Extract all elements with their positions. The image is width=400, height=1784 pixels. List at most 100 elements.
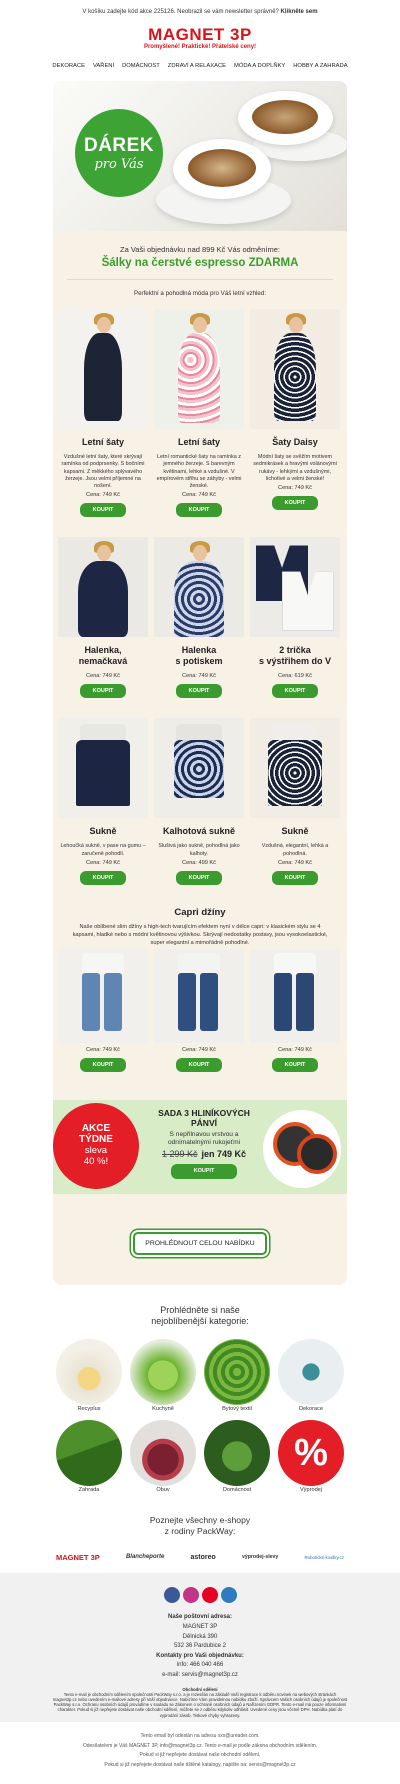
product-image[interactable] xyxy=(58,718,148,819)
product-card: Kalhotová sukně Slušivá jako sukně, poho… xyxy=(154,718,244,886)
product-image[interactable] xyxy=(58,537,148,638)
product-name[interactable]: Sukně xyxy=(250,826,340,837)
product-image[interactable] xyxy=(154,718,244,819)
espresso-cup-image xyxy=(238,91,333,145)
shop-logo-blancheporte[interactable]: Blancheporte xyxy=(126,1554,164,1560)
buy-button[interactable]: KOUPIT xyxy=(80,871,126,886)
product-name[interactable]: Kalhotová sukně xyxy=(154,826,244,837)
product-card: Cena: 749 Kč KOUPIT xyxy=(250,949,340,1073)
contact-email[interactable]: e-mail: servis@magnet3p.cz xyxy=(162,1672,238,1678)
product-image[interactable] xyxy=(58,309,148,429)
buy-button[interactable]: KOUPIT xyxy=(176,684,222,699)
product-image[interactable] xyxy=(250,537,340,638)
buy-button[interactable]: KOUPIT xyxy=(272,1058,318,1073)
product-image[interactable] xyxy=(154,309,244,429)
category-label: Dekorace xyxy=(299,1406,323,1413)
category-grid: Recyplus Kuchyně Bytový textil Dekorace … xyxy=(0,1339,400,1493)
product-name[interactable]: Sukně xyxy=(58,826,148,837)
buy-button[interactable]: KOUPIT xyxy=(80,1058,126,1073)
buy-button[interactable]: KOUPIT xyxy=(80,684,126,699)
product-price: Cena: 499 Kč xyxy=(182,860,216,867)
product-image[interactable] xyxy=(154,537,244,638)
logo[interactable]: MAGNET 3P Promyšlené! Praktické! Přátels… xyxy=(0,26,400,56)
product-name[interactable]: Halenka s potiskem xyxy=(154,645,244,667)
buy-button[interactable]: KOUPIT xyxy=(272,496,318,511)
category-image xyxy=(130,1339,196,1406)
product-image[interactable] xyxy=(250,949,340,1044)
capri-title: Capri džíny xyxy=(174,907,226,919)
category-kuchyne[interactable]: Kuchyně xyxy=(130,1339,196,1412)
espresso-cup-image xyxy=(173,139,271,199)
footer-address: Naše poštovní adresa: MAGNET 3P Dělnická… xyxy=(0,1613,400,1680)
product-name[interactable]: Letní šaty xyxy=(58,437,148,448)
pinterest-icon[interactable] xyxy=(201,1587,218,1604)
buy-button[interactable]: KOUPIT xyxy=(176,871,222,886)
buy-button[interactable]: KOUPIT xyxy=(176,1058,222,1073)
category-dekorace[interactable]: Dekorace xyxy=(278,1339,344,1412)
contact-phone: info: 466 040 466 xyxy=(176,1662,224,1669)
fashion-intro: Perfektní a pohodlná móda pro Váš letní … xyxy=(133,290,267,297)
all-offers-wrap: PROHLÉDNOUT CELOU NABÍDKU xyxy=(53,1194,347,1285)
nav-item-vareni[interactable]: VAŘENÍ xyxy=(93,63,114,69)
weekly-deal-banner[interactable]: AKCE TÝDNE sleva 40 %! SADA 3 HLINÍKOVÝC… xyxy=(53,1100,347,1195)
categories-title: Prohlédněte si naše nejoblíbenější kateg… xyxy=(0,1305,400,1327)
product-name[interactable]: Halenka, nemačkavá xyxy=(58,645,148,667)
product-image[interactable] xyxy=(250,309,340,429)
category-image xyxy=(278,1339,344,1406)
product-name[interactable]: Letní šaty xyxy=(154,437,244,448)
category-bytovy-textil[interactable]: Bytový textil xyxy=(204,1339,270,1412)
product-description: Módní šaty se svěžím motivem sedmikrásek… xyxy=(253,454,337,482)
nav-item-zdravi[interactable]: ZDRAVÍ A RELAXACE xyxy=(168,63,226,69)
address-line2: Dělnická 390 xyxy=(182,1633,218,1640)
buy-button[interactable]: KOUPIT xyxy=(272,871,318,886)
category-obuv[interactable]: Obuv xyxy=(130,1420,196,1493)
product-image[interactable] xyxy=(250,718,340,819)
product-name[interactable]: 2 trička s výstřihem do V xyxy=(250,645,340,667)
sale-badge-line3: sleva xyxy=(84,1145,108,1157)
shop-logo-vyprodej-slevy[interactable]: výprodej-slevy xyxy=(242,1554,278,1560)
legal-text: Tento e-mail je obchodním sdělením spole… xyxy=(52,1691,348,1718)
instagram-icon[interactable] xyxy=(182,1587,199,1604)
bottom-line4: Pokud si již nepřejete dostávat naše tiš… xyxy=(104,1762,296,1769)
product-name[interactable]: Šaty Daisy xyxy=(250,437,340,448)
category-label: Domácnost xyxy=(222,1487,252,1494)
category-recyplus[interactable]: Recyplus xyxy=(56,1339,122,1412)
shop-logo-astoreo[interactable]: astoreo xyxy=(190,1554,215,1561)
nav-item-dekorace[interactable]: DEKORACE xyxy=(52,63,85,69)
shop-logo-magnet3p[interactable]: MAGNET 3P xyxy=(56,1553,100,1562)
category-zahrada[interactable]: Zahrada xyxy=(56,1420,122,1493)
category-image xyxy=(130,1420,196,1487)
product-price: Cena: 749 Kč xyxy=(86,673,120,680)
buy-button[interactable]: KOUPIT xyxy=(272,684,318,699)
buy-button[interactable]: KOUPIT xyxy=(80,503,126,518)
view-online-link[interactable]: Klikněte sem xyxy=(281,9,318,15)
gift-badge: DÁREK pro Vás xyxy=(75,109,163,197)
product-price: Cena: 749 Kč xyxy=(278,860,312,867)
shop-logo-roboticke-kosilky[interactable]: Robotické-kosilky.cz xyxy=(305,1555,344,1560)
product-image[interactable] xyxy=(154,949,244,1044)
deal-buy-button[interactable]: KOUPIT xyxy=(171,1164,237,1180)
all-offers-button[interactable]: PROHLÉDNOUT CELOU NABÍDKU xyxy=(133,1232,267,1256)
sale-star-badge: AKCE TÝDNE sleva 40 %! xyxy=(58,1108,134,1185)
top-notice: V košíku zadejte kód akce 225126. Neobra… xyxy=(0,0,400,26)
buy-button[interactable]: KOUPIT xyxy=(176,503,222,518)
old-price: 1 299 Kč xyxy=(161,1149,198,1160)
category-vyprodej[interactable]: % Výprodej xyxy=(278,1420,344,1493)
hero-banner[interactable]: DÁREK pro Vás xyxy=(53,81,347,231)
category-domacnost[interactable]: Domácnost xyxy=(204,1420,270,1493)
deal-text: SADA 3 HLINÍKOVÝCH PÁNVÍ S nepřilnavou v… xyxy=(149,1108,259,1180)
product-card: Sukně Lehoučká sukně, v pase na gumu – z… xyxy=(58,718,148,886)
nav-item-hobby[interactable]: HOBBY A ZAHRADA xyxy=(293,63,347,69)
product-price: Cena: 749 Kč xyxy=(182,673,216,680)
facebook-icon[interactable] xyxy=(163,1587,180,1604)
bottom-line3[interactable]: Pokud si již nepřejete dostávat naše obc… xyxy=(0,1751,400,1761)
nav-item-domacnost[interactable]: DOMÁCNOST xyxy=(122,63,160,69)
sale-badge-line2: TÝDNE xyxy=(79,1134,113,1146)
product-description: Slušivá jako sukně, pohodlná jako kalhot… xyxy=(158,843,240,857)
nav-item-moda[interactable]: MÓDA A DOPLŇKY xyxy=(234,63,285,69)
product-image[interactable] xyxy=(58,949,148,1044)
blog-icon[interactable] xyxy=(220,1587,237,1604)
product-row: Sukně Lehoučká sukně, v pase na gumu – z… xyxy=(53,718,347,886)
main-nav: DEKORACE VAŘENÍ DOMÁCNOST ZDRAVÍ A RELAX… xyxy=(0,59,400,73)
category-label: Obuv xyxy=(156,1487,170,1494)
